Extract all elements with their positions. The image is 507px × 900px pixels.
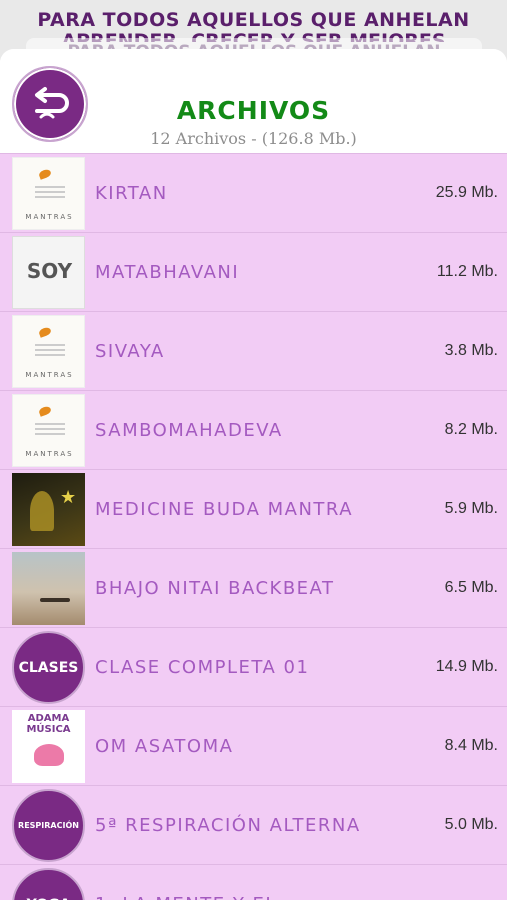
file-size: 5.9 Mb. xyxy=(444,500,498,517)
file-thumbnail: ★ xyxy=(12,473,85,546)
file-row[interactable]: MANTRAS SIVAYA 3.8 Mb. xyxy=(0,311,507,390)
file-size: 5.0 Mb. xyxy=(444,816,498,833)
files-summary: 12 Archivos - (126.8 Mb.) xyxy=(150,129,357,148)
file-thumbnail: MANTRAS xyxy=(12,157,85,230)
file-name: CLASE COMPLETA 01 xyxy=(95,656,310,678)
cover-lines xyxy=(35,183,65,201)
file-row[interactable]: MANTRAS SAMBOMAHADEVA 8.2 Mb. xyxy=(0,390,507,469)
files-sheet: ARCHIVOS 12 Archivos - (126.8 Mb.) MANTR… xyxy=(0,49,507,900)
file-thumbnail: MANTRAS xyxy=(12,394,85,467)
cover-label: CLASES xyxy=(18,659,79,676)
file-size: 11.2 Mb. xyxy=(436,263,498,280)
file-size: 6.5 Mb. xyxy=(444,579,498,596)
sheet-header: ARCHIVOS 12 Archivos - (126.8 Mb.) xyxy=(0,49,507,153)
cover-label: ADAMA MÚSICA xyxy=(26,713,71,735)
file-list: MANTRAS KIRTAN 25.9 Mb. SOY MATABHAVANI 11.2 … xyxy=(0,153,507,900)
file-row[interactable]: CLASES CLASE COMPLETA 01 14.9 Mb. xyxy=(0,627,507,706)
cover-lines xyxy=(35,341,65,359)
star-icon: ★ xyxy=(60,487,77,508)
cover-label: MANTRAS xyxy=(25,213,74,221)
file-thumbnail: MANTRAS xyxy=(12,315,85,388)
cover-label: MANTRAS xyxy=(25,450,74,458)
file-thumbnail: CLASES xyxy=(12,631,85,704)
tree-icon xyxy=(30,491,54,531)
cover-lines xyxy=(35,420,65,438)
cover-label: MANTRAS xyxy=(25,371,74,379)
file-name: 5ª RESPIRACIÓN ALTERNA xyxy=(95,814,361,836)
background-banner: PARA TODOS AQUELLOS QUE ANHELAN xyxy=(37,9,470,31)
file-name: 1. LA MENTE Y EL xyxy=(95,865,405,900)
cover-label: SOY xyxy=(26,259,73,283)
file-row[interactable]: RESPIRACIÓN 5ª RESPIRACIÓN ALTERNA 5.0 Mb. xyxy=(0,785,507,864)
file-thumbnail: RESPIRACIÓN xyxy=(12,789,85,862)
file-thumbnail: SOY xyxy=(12,236,85,309)
page-title: ARCHIVOS xyxy=(176,96,331,125)
file-size: 14.9 Mb. xyxy=(435,658,498,675)
file-name: BHAJO NITAI BACKBEAT xyxy=(95,577,335,599)
file-row[interactable]: ★ MEDICINE BUDA MANTRA 5.9 Mb. xyxy=(0,469,507,548)
file-row[interactable]: BHAJO NITAI BACKBEAT 6.5 Mb. xyxy=(0,548,507,627)
flame-icon xyxy=(37,168,53,180)
file-name: SAMBOMAHADEVA xyxy=(95,419,283,441)
file-row[interactable]: ADAMA MÚSICA OM ASATOMA 8.4 Mb. xyxy=(0,706,507,785)
file-size: 8.4 Mb. xyxy=(444,737,498,754)
file-name: KIRTAN xyxy=(95,182,168,204)
cover-label: RESPIRACIÓN xyxy=(18,821,79,830)
file-size: 8.2 Mb. xyxy=(444,421,498,438)
cover-label: YOGA xyxy=(27,897,71,900)
file-row[interactable]: MANTRAS KIRTAN 25.9 Mb. xyxy=(0,153,507,232)
boat-icon xyxy=(40,598,70,602)
flame-icon xyxy=(37,405,53,417)
file-name: MEDICINE BUDA MANTRA xyxy=(95,498,354,520)
file-size: 25.9 Mb. xyxy=(435,184,498,201)
file-name: MATABHAVANI xyxy=(95,261,240,283)
file-size: 3.8 Mb. xyxy=(444,342,498,359)
file-thumbnail: ADAMA MÚSICA xyxy=(12,710,85,783)
lotus-icon xyxy=(34,744,64,766)
file-name: SIVAYA xyxy=(95,340,165,362)
flame-icon xyxy=(37,326,53,338)
file-thumbnail xyxy=(12,552,85,625)
file-row[interactable]: SOY MATABHAVANI 11.2 Mb. xyxy=(0,232,507,311)
file-row[interactable]: YOGA 1. LA MENTE Y EL xyxy=(0,864,507,900)
file-thumbnail: YOGA xyxy=(12,868,85,900)
file-name: OM ASATOMA xyxy=(95,735,234,757)
